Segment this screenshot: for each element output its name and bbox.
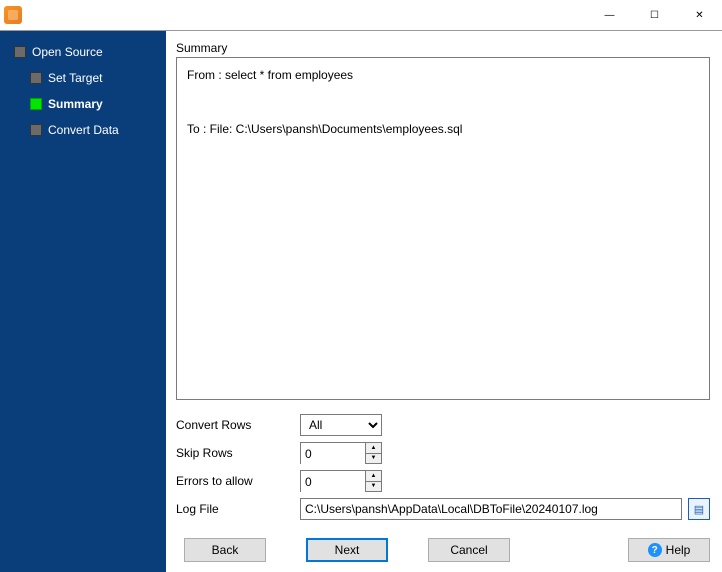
titlebar: — ☐ ✕: [0, 0, 722, 30]
next-button[interactable]: Next: [306, 538, 388, 562]
log-file-label: Log File: [176, 502, 300, 516]
errors-to-allow-label: Errors to allow: [176, 474, 300, 488]
skip-rows-input[interactable]: [301, 443, 365, 465]
node-icon: [14, 46, 26, 58]
minimize-button[interactable]: —: [587, 0, 632, 30]
sidebar-item-open-source[interactable]: Open Source: [0, 39, 166, 65]
sidebar-item-label: Open Source: [32, 45, 103, 59]
wizard-sidebar: Open Source Set Target Summary Convert D…: [0, 31, 166, 572]
sidebar-item-label: Set Target: [48, 71, 102, 85]
convert-rows-label: Convert Rows: [176, 418, 300, 432]
errors-to-allow-spinner[interactable]: ▲ ▼: [300, 470, 382, 492]
main-panel: Summary From : select * from employees T…: [166, 31, 722, 572]
errors-to-allow-input[interactable]: [301, 471, 365, 493]
log-file-input[interactable]: [300, 498, 682, 520]
app-icon: [4, 6, 22, 24]
node-icon: [30, 124, 42, 136]
convert-rows-select[interactable]: All: [300, 414, 382, 436]
sidebar-item-convert-data[interactable]: Convert Data: [0, 117, 166, 143]
node-icon: [30, 72, 42, 84]
help-button[interactable]: ? Help: [628, 538, 710, 562]
spinner-up-icon[interactable]: ▲: [366, 471, 381, 482]
spinner-down-icon[interactable]: ▼: [366, 454, 381, 464]
sidebar-item-set-target[interactable]: Set Target: [0, 65, 166, 91]
sidebar-item-label: Convert Data: [48, 123, 119, 137]
sidebar-item-label: Summary: [48, 97, 103, 111]
cancel-button[interactable]: Cancel: [428, 538, 510, 562]
spinner-up-icon[interactable]: ▲: [366, 443, 381, 454]
wizard-button-row: Back Next Cancel ? Help: [176, 538, 710, 562]
spinner-down-icon[interactable]: ▼: [366, 482, 381, 492]
skip-rows-label: Skip Rows: [176, 446, 300, 460]
document-icon: ▤: [694, 503, 704, 516]
browse-log-button[interactable]: ▤: [688, 498, 710, 520]
summary-textarea[interactable]: From : select * from employees To : File…: [176, 57, 710, 400]
summary-heading: Summary: [176, 41, 710, 55]
node-icon: [30, 98, 42, 110]
close-button[interactable]: ✕: [677, 0, 722, 30]
help-icon: ?: [648, 543, 662, 557]
back-button[interactable]: Back: [184, 538, 266, 562]
sidebar-item-summary[interactable]: Summary: [0, 91, 166, 117]
help-button-label: Help: [666, 543, 691, 557]
skip-rows-spinner[interactable]: ▲ ▼: [300, 442, 382, 464]
maximize-button[interactable]: ☐: [632, 0, 677, 30]
